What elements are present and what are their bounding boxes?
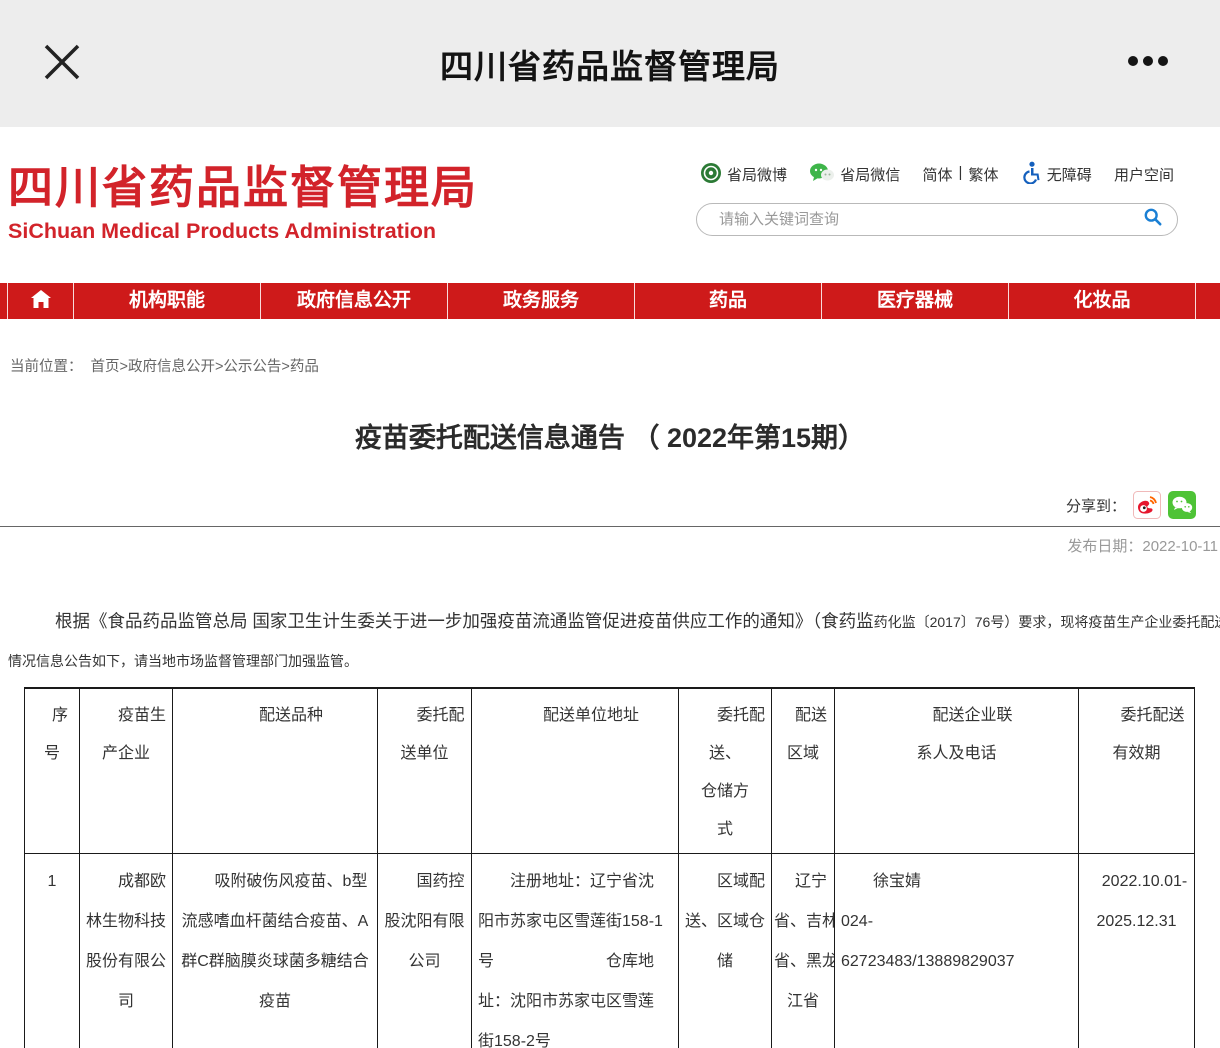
- language-switch: 简体 | 繁体: [923, 164, 999, 185]
- cell-validity: 2022.10.01- 2025.12.31: [1079, 854, 1195, 1048]
- search-input[interactable]: [719, 211, 1143, 228]
- nav-item-yaopin[interactable]: 药品: [635, 283, 822, 319]
- header-manufacturer: 疫苗生 产企业: [80, 688, 173, 854]
- accessibility-link[interactable]: 无障碍: [1021, 161, 1092, 188]
- weibo-icon: [700, 162, 722, 188]
- header-validity: 委托配送 有效期: [1079, 688, 1195, 854]
- header-delivery-mode: 委托配 送、 仓储方 式: [679, 688, 772, 854]
- site-logo[interactable]: 四川省药品监督管理局 SiChuan Medical Products Admi…: [8, 151, 478, 244]
- site-header: 四川省药品监督管理局 SiChuan Medical Products Admi…: [0, 127, 1220, 283]
- nav-item-zhengfu[interactable]: 政府信息公开: [261, 283, 448, 319]
- cell-delivery-region: 辽宁 省、吉林 省、黑龙 江省: [772, 854, 835, 1048]
- cell-delivery-mode: 区域配 送、区域仓 储: [679, 854, 772, 1048]
- lang-simplified[interactable]: 简体: [923, 164, 953, 185]
- cell-vaccine-type: 吸附破伤风疫苗、b型 流感嗜血杆菌结合疫苗、A 群C群脑膜炎球菌多糖结合 疫苗: [173, 854, 378, 1048]
- header-contact: 配送企业联 系人及电话: [835, 688, 1079, 854]
- header-delivery-company: 委托配 送单位: [378, 688, 472, 854]
- quick-links: 省局微博 省局微信 简体 |: [696, 161, 1178, 188]
- main-nav: 机构职能 政府信息公开 政务服务 药品 医疗器械 化妆品: [0, 283, 1220, 319]
- header-delivery-address: 配送单位地址: [472, 688, 679, 854]
- share-row: 分享到：: [0, 491, 1196, 519]
- cell-manufacturer: 成都欧 林生物科技 股份有限公 司: [80, 854, 173, 1048]
- header-delivery-region: 配送 区域: [772, 688, 835, 854]
- user-space-link[interactable]: 用户空间: [1114, 164, 1174, 185]
- more-menu-icon[interactable]: [1128, 56, 1168, 66]
- nav-item-huazhuangpin[interactable]: 化妆品: [1009, 283, 1196, 319]
- article-title: 疫苗委托配送信息通告 （ 2022年第15期）: [0, 416, 1220, 455]
- cell-delivery-address: 注册地址：辽宁省沈 阳市苏家屯区雪莲街158-1 号 仓库地 址：沈阳市苏家屯区…: [472, 854, 679, 1048]
- lang-traditional[interactable]: 繁体: [968, 164, 998, 185]
- weibo-link[interactable]: 省局微博: [700, 162, 787, 188]
- table-header-row: 序 号 疫苗生 产企业 配送品种 委托配 送单位 配送单位地址 委托配 送、 仓…: [25, 688, 1195, 854]
- header-right: 省局微博 省局微信 简体 |: [696, 161, 1178, 236]
- cell-delivery-company: 国药控 股沈阳有限 公司: [378, 854, 472, 1048]
- logo-english: SiChuan Medical Products Administration: [8, 219, 478, 244]
- nav-item-jigou[interactable]: 机构职能: [74, 283, 261, 319]
- paragraph-line2: 情况信息公告如下，请当地市场监督管理部门加强监管。: [8, 651, 1212, 671]
- share-weibo-icon[interactable]: [1133, 491, 1161, 519]
- nav-home[interactable]: [8, 283, 74, 319]
- article-body: 根据《食品药品监管总局 国家卫生计生委关于进一步加强疫苗流通监管促进疫苗供应工作…: [8, 608, 1212, 671]
- search-box: [696, 203, 1178, 236]
- breadcrumb-path[interactable]: 首页>政府信息公开>公示公告>药品: [91, 355, 319, 376]
- cell-contact: 徐宝婧 024- 62723483/13889829037: [835, 854, 1079, 1048]
- wechat-icon: [809, 162, 835, 188]
- close-icon[interactable]: [38, 38, 86, 86]
- paragraph-line1: 根据《食品药品监管总局 国家卫生计生委关于进一步加强疫苗流通监管促进疫苗供应工作…: [8, 608, 1212, 633]
- breadcrumb-label: 当前位置：: [10, 355, 83, 376]
- table-row: 1 成都欧 林生物科技 股份有限公 司 吸附破伤风疫苗、b型 流感嗜血杆菌结合疫…: [25, 854, 1195, 1048]
- header-serial: 序 号: [25, 688, 80, 854]
- logo-chinese: 四川省药品监督管理局: [8, 151, 478, 216]
- nav-item-zhengwu[interactable]: 政务服务: [448, 283, 635, 319]
- wechat-link[interactable]: 省局微信: [809, 162, 900, 188]
- page-title-bar: 四川省药品监督管理局: [0, 40, 1220, 88]
- nav-filler: [1196, 283, 1220, 319]
- breadcrumb: 当前位置： 首页>政府信息公开>公示公告>药品: [0, 319, 1220, 376]
- vaccine-delivery-table: 序 号 疫苗生 产企业 配送品种 委托配 送单位 配送单位地址 委托配 送、 仓…: [24, 687, 1195, 1048]
- wechat-browser-bar: 四川省药品监督管理局: [0, 0, 1220, 127]
- cell-serial: 1: [25, 854, 80, 1048]
- home-icon: [30, 289, 52, 314]
- share-wechat-icon[interactable]: [1168, 491, 1196, 519]
- header-vaccine-type: 配送品种: [173, 688, 378, 854]
- search-icon[interactable]: [1143, 207, 1163, 232]
- nav-edge: [0, 283, 8, 319]
- accessibility-icon: [1021, 161, 1042, 188]
- share-label: 分享到：: [1066, 495, 1126, 516]
- nav-item-yiliao[interactable]: 医疗器械: [822, 283, 1009, 319]
- publish-date: 发布日期：2022-10-11: [0, 527, 1220, 556]
- lang-divider: |: [959, 164, 963, 185]
